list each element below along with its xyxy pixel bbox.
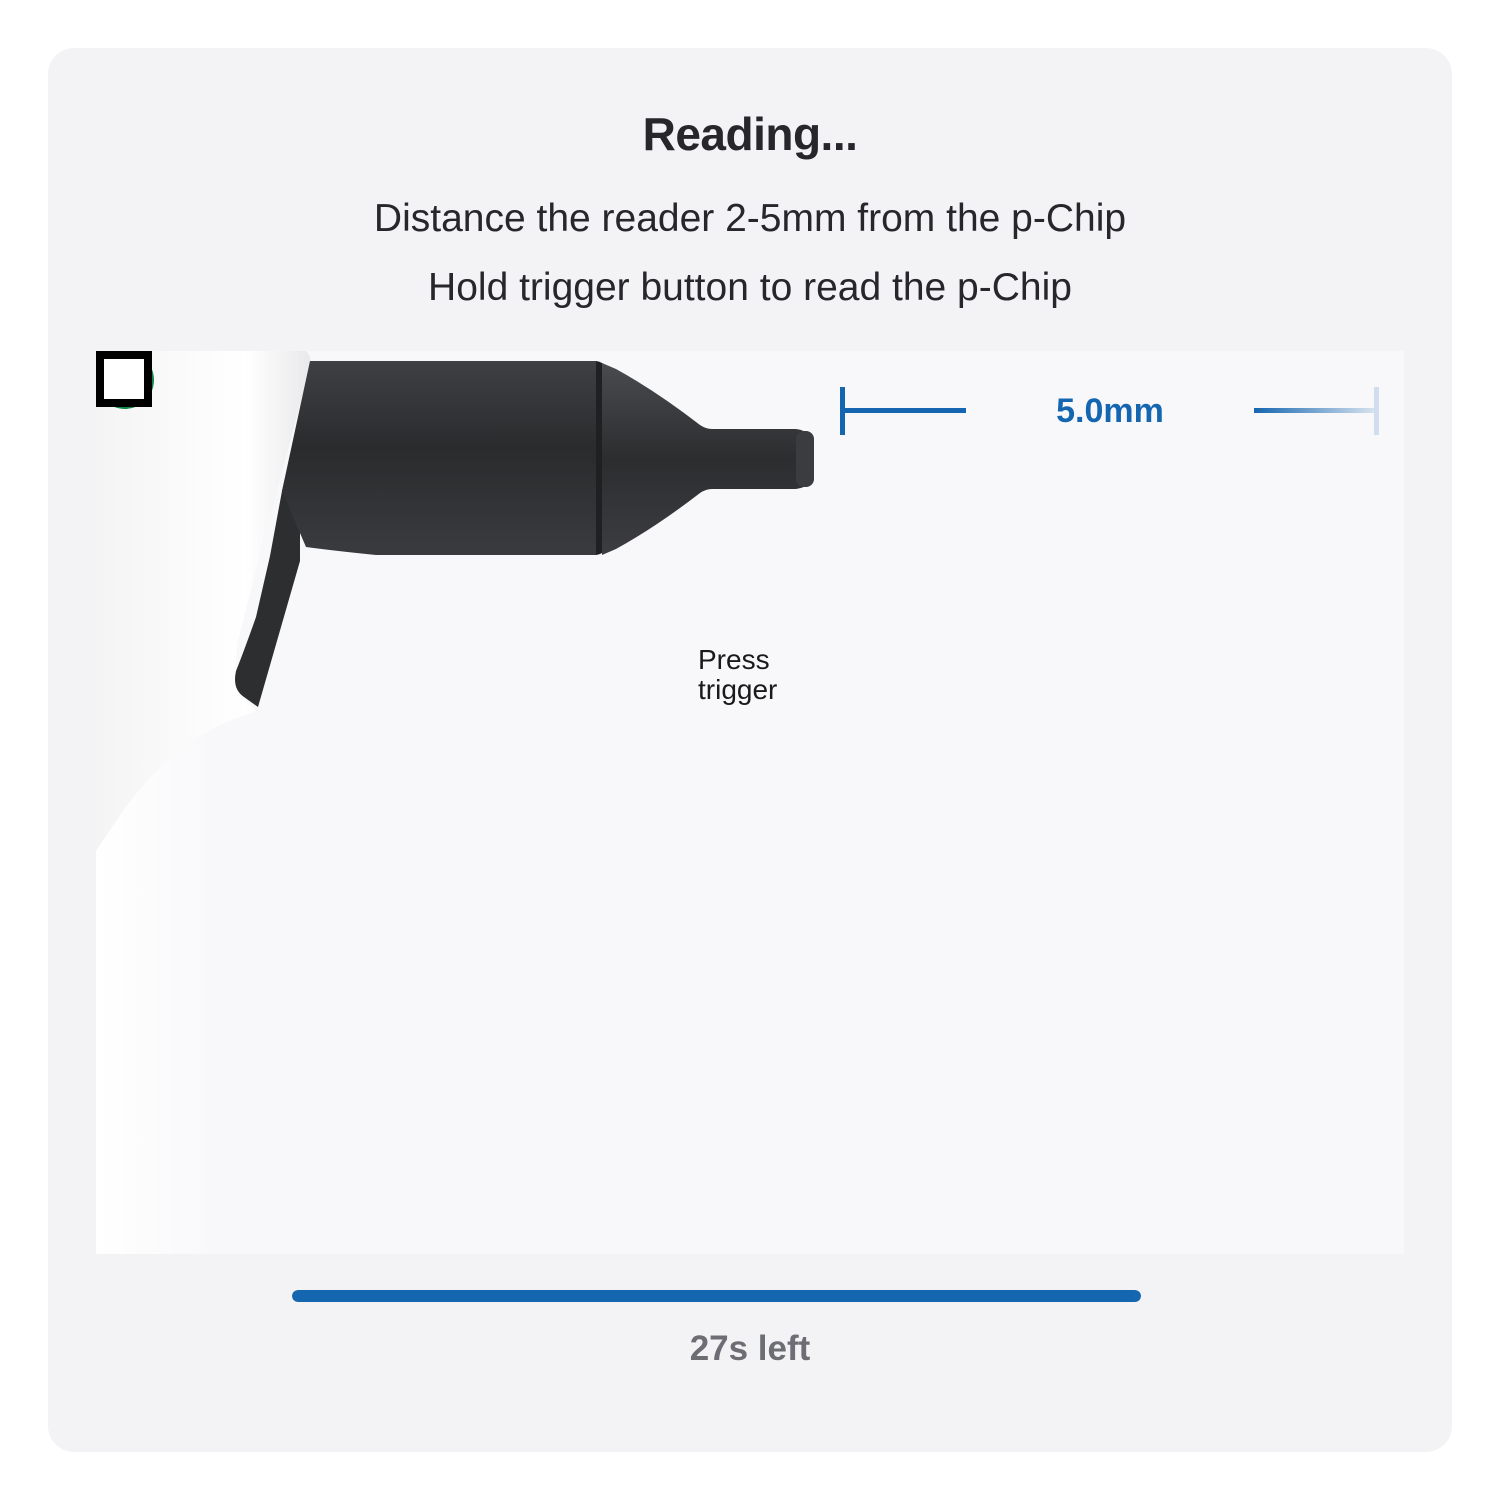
instruction-trigger: Hold trigger button to read the p-Chip <box>428 266 1072 309</box>
dialog-title: Reading... <box>642 108 858 160</box>
reader-illustration: 5.0mm Press trigger <box>96 351 1404 1254</box>
square-outline-icon <box>96 351 152 407</box>
reader-barrel <box>282 361 602 555</box>
reader-device-image <box>96 351 1379 1254</box>
press-trigger-line1: Press <box>698 644 770 675</box>
reader-tip <box>602 363 814 555</box>
distance-value: 5.0mm <box>1056 392 1164 430</box>
press-trigger-line2: trigger <box>698 674 778 705</box>
instruction-distance: Distance the reader 2-5mm from the p-Chi… <box>373 197 1127 240</box>
time-remaining: 27s left <box>689 1329 811 1368</box>
press-trigger-label: Press trigger <box>698 645 838 705</box>
progress-bar-fill <box>292 1290 1141 1302</box>
reader-tip-end <box>796 431 814 487</box>
progress-bar <box>292 1290 1141 1302</box>
